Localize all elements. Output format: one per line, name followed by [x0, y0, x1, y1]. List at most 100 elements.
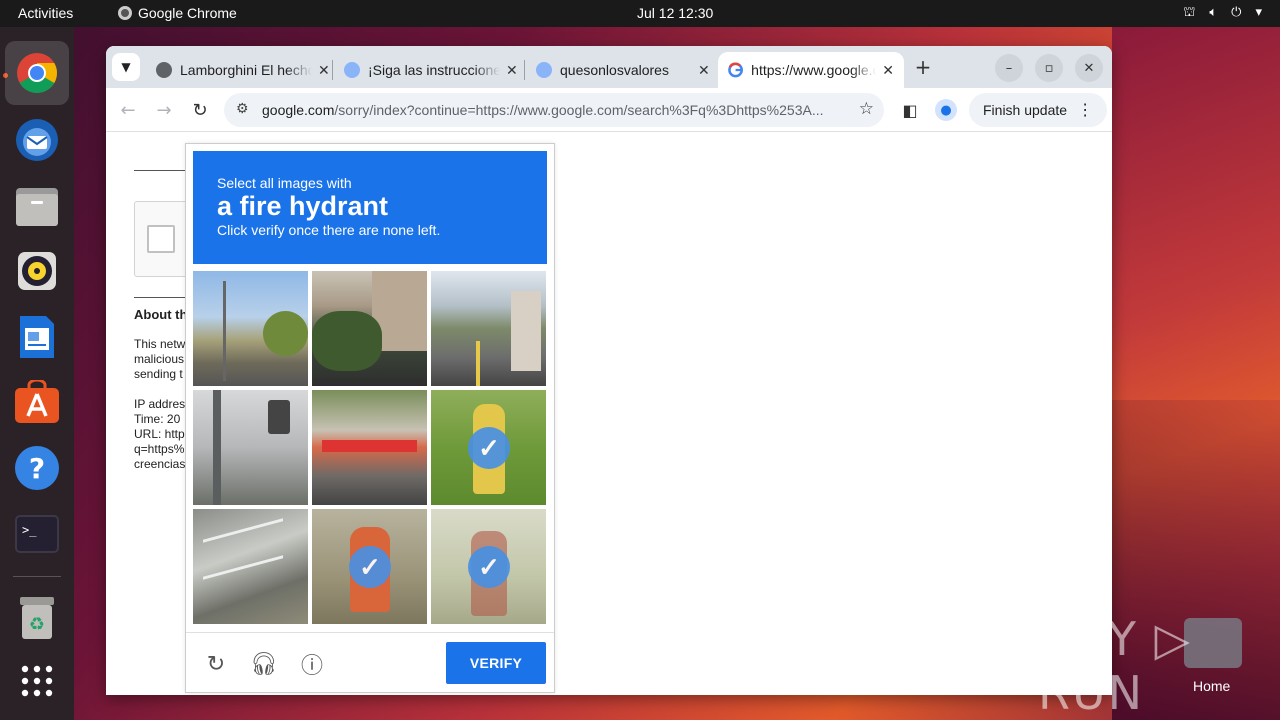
captcha-tile[interactable]	[431, 271, 546, 386]
chevron-down-icon: ▾	[1255, 4, 1262, 19]
chevron-down-icon: ▼	[121, 60, 131, 74]
globe-icon	[156, 62, 172, 78]
captcha-tile-hydrant[interactable]: ✓	[431, 509, 546, 624]
captcha-header: Select all images with a fire hydrant Cl…	[193, 151, 547, 264]
page-content: About th This netw malicious sending t I…	[106, 133, 1112, 695]
side-panel-button[interactable]: ◧	[896, 96, 924, 124]
app-name: Google Chrome	[138, 5, 237, 21]
dock-writer[interactable]	[13, 313, 61, 361]
arrow-left-icon: ←	[120, 99, 136, 121]
captcha-instruction: Select all images with	[217, 175, 352, 191]
recaptcha-checkbox[interactable]	[147, 225, 175, 253]
captcha-tile[interactable]	[312, 271, 427, 386]
finish-update-label: Finish update	[983, 102, 1068, 118]
forward-button[interactable]: →	[150, 96, 178, 124]
tab-title: quesonlosvalores	[560, 62, 669, 78]
captcha-tile-hydrant[interactable]: ✓	[431, 390, 546, 505]
terminal-icon: >_	[15, 515, 59, 553]
tab-close-icon[interactable]: ✕	[506, 62, 518, 79]
side-panel-icon: ◧	[902, 100, 918, 120]
activities-button[interactable]: Activities	[18, 5, 73, 21]
more-vert-icon: ⋮	[1077, 102, 1094, 119]
captcha-tile[interactable]	[312, 390, 427, 505]
bookmark-star-icon[interactable]: ☆	[859, 99, 874, 119]
url-path: /sorry/index?continue=https://www.google…	[334, 102, 824, 118]
tab-close-icon[interactable]: ✕	[882, 62, 894, 79]
close-window-button[interactable]: ✕	[1075, 54, 1103, 82]
captcha-tile[interactable]	[193, 390, 308, 505]
volume-icon: 🔈︎	[1209, 4, 1218, 19]
cloud-download-icon	[536, 62, 552, 78]
captcha-tile-hydrant[interactable]: ✓	[312, 509, 427, 624]
info-icon: ⓘ	[300, 653, 323, 678]
tab-close-icon[interactable]: ✕	[318, 62, 330, 79]
tab-2[interactable]: quesonlosvalores ✕	[526, 52, 720, 88]
info-button[interactable]: ⓘ	[299, 651, 325, 678]
captcha-grid: ✓ ✓ ✓	[193, 271, 547, 625]
reload-button[interactable]: ↻	[186, 96, 214, 124]
tab-3-active[interactable]: https://www.google.com ✕	[718, 52, 904, 88]
reload-icon: ↻	[192, 99, 208, 121]
dock-terminal[interactable]: >_	[13, 510, 61, 558]
profile-button[interactable]: ●	[932, 96, 960, 124]
checkmark-icon: ✓	[468, 427, 510, 469]
captcha-tile[interactable]	[193, 509, 308, 624]
captcha-hint: Click verify once there are none left.	[217, 222, 441, 238]
system-tray[interactable]: ⛫ 🔈︎ ⏻ ▾	[1183, 4, 1262, 22]
tab-title: https://www.google.com	[751, 62, 877, 78]
rhythmbox-icon	[18, 252, 56, 290]
toolbar: ← → ↻ ⚙ google.com/sorry/index?continue=…	[106, 88, 1112, 132]
tab-title: ¡Siga las instrucciones	[368, 62, 500, 78]
clock[interactable]: Jul 12 12:30	[637, 5, 713, 21]
url-text: google.com/sorry/index?continue=https://…	[262, 102, 844, 118]
reload-challenge-button[interactable]: ↻	[203, 651, 229, 677]
chrome-small-icon	[118, 6, 132, 20]
svg-text:?: ?	[29, 452, 45, 485]
tab-separator	[332, 60, 333, 80]
tab-search-button[interactable]: ▼	[112, 53, 140, 81]
svg-text:>_: >_	[22, 523, 37, 537]
dock-files[interactable]	[13, 182, 61, 230]
app-menu[interactable]: Google Chrome	[118, 5, 237, 21]
audio-challenge-button[interactable]: 🎧︎	[250, 651, 278, 677]
reload-icon: ↻	[206, 651, 226, 676]
captcha-target: a fire hydrant	[217, 191, 389, 221]
dock-thunderbird[interactable]	[13, 115, 61, 163]
svg-text:♻: ♻	[29, 614, 45, 635]
writer-icon	[20, 316, 54, 358]
help-icon: ?	[15, 446, 59, 490]
omnibox[interactable]: ⚙ google.com/sorry/index?continue=https:…	[224, 93, 884, 127]
arrow-right-icon: →	[156, 99, 172, 121]
app-center-icon	[15, 380, 59, 423]
dock-help[interactable]: ?	[13, 444, 61, 492]
minimize-button[interactable]: –	[995, 54, 1023, 82]
chrome-window: ▼ Lamborghini El hecho ✕ ¡Siga las instr…	[106, 46, 1112, 695]
headphones-icon: 🎧︎	[250, 651, 278, 676]
maximize-button[interactable]: ▫	[1035, 54, 1063, 82]
cloud-download-icon	[344, 62, 360, 78]
new-tab-button[interactable]: +	[909, 53, 937, 81]
verify-button[interactable]: VERIFY	[446, 642, 546, 684]
tab-title: Lamborghini El hecho	[180, 62, 312, 78]
site-settings-icon[interactable]: ⚙	[236, 100, 249, 117]
power-icon: ⏻	[1231, 4, 1242, 19]
dock-trash[interactable]: ♻	[13, 594, 61, 642]
url-domain: google.com	[262, 102, 335, 118]
tab-close-icon[interactable]: ✕	[698, 62, 710, 79]
tab-0[interactable]: Lamborghini El hecho ✕	[146, 52, 340, 88]
top-bar: Activities Google Chrome Jul 12 12:30 ⛫ …	[0, 0, 1280, 27]
back-button[interactable]: ←	[114, 96, 142, 124]
dock: ? >_ ♻	[0, 27, 74, 720]
profile-avatar-icon: ●	[935, 99, 957, 121]
files-icon	[16, 188, 58, 226]
dock-chrome[interactable]	[5, 41, 69, 105]
tab-1[interactable]: ¡Siga las instrucciones ✕	[334, 52, 528, 88]
finish-update-button[interactable]: Finish update ⋮	[969, 93, 1108, 127]
captcha-tile[interactable]	[193, 271, 308, 386]
trash-icon: ♻	[20, 597, 54, 639]
dock-app-center[interactable]	[13, 378, 61, 426]
checkmark-icon: ✓	[468, 546, 510, 588]
dock-rhythmbox[interactable]	[13, 247, 61, 295]
network-icon: ⛫	[1183, 4, 1196, 19]
dock-show-apps[interactable]	[13, 657, 61, 705]
